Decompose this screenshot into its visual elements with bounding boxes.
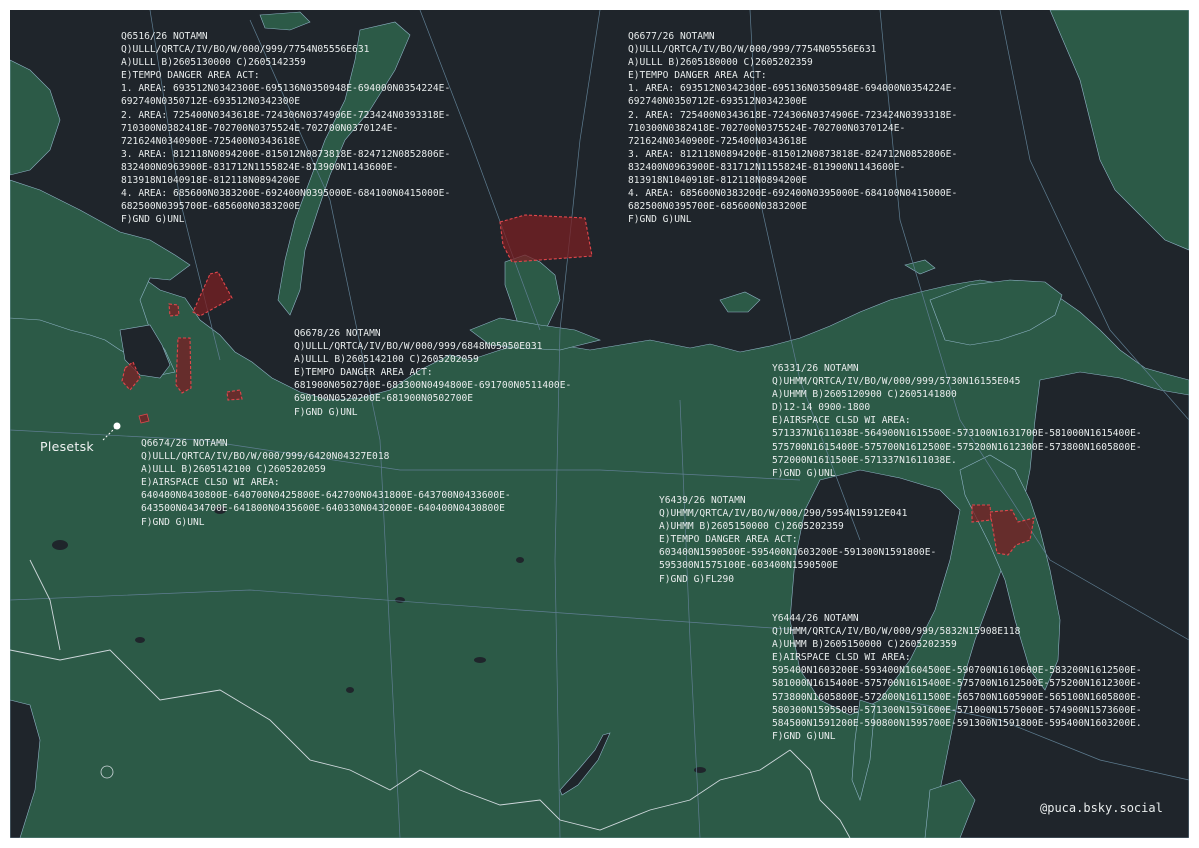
danger-area-q6678 bbox=[175, 337, 192, 394]
notam-line: E)TEMPO DANGER AREA ACT: bbox=[121, 70, 260, 82]
notam-line: E)TEMPO DANGER AREA ACT: bbox=[628, 70, 767, 82]
notam-q6678: Q6678/26 NOTAMN Q)ULLL/QRTCA/IV/BO/W/000/… bbox=[294, 327, 571, 419]
notam-line: 580300N1595500E-571300N1591600E-571000N1… bbox=[772, 704, 1142, 716]
notam-line: 640400N0430800E-640700N0425800E-642700N0… bbox=[141, 490, 511, 502]
notam-line: D)12-14 0900-1800 bbox=[772, 402, 871, 414]
notam-line: 813918N1040918E-812118N0894200E bbox=[121, 175, 301, 187]
notam-line: F)GND G)UNL bbox=[121, 214, 185, 226]
notam-line: E)TEMPO DANGER AREA ACT: bbox=[294, 367, 433, 379]
notam-line: 573800N1605800E-572000N1611500E-565700N1… bbox=[772, 691, 1142, 703]
notam-line: 595400N1603200E-593400N1604500E-590700N1… bbox=[772, 665, 1142, 677]
notam-line: 584500N1591200E-590800N1595700E-591300N1… bbox=[772, 717, 1142, 729]
notam-line: A)UHMM B)2605150000 C)2605202359 bbox=[659, 521, 844, 533]
notam-line: A)ULLL B)2605180000 C)2605202359 bbox=[628, 57, 813, 69]
notam-line: E)TEMPO DANGER AREA ACT: bbox=[659, 534, 798, 546]
notam-line: 710300N0382418E-702700N0375524E-702700N0… bbox=[121, 122, 399, 134]
notam-line: Q)ULLL/QRTCA/IV/BO/W/000/999/7754N05556E… bbox=[628, 44, 877, 56]
notam-line: Q)UHMM/QRTCA/IV/BO/W/000/999/5730N16155E… bbox=[772, 376, 1021, 388]
notam-line: 3. AREA: 812118N0894200E-815012N0873818E… bbox=[121, 148, 451, 160]
notam-line: E)AIRSPACE CLSD WI AREA: bbox=[141, 477, 280, 489]
notam-line: A)UHMM B)2605120900 C)2605141800 bbox=[772, 389, 957, 401]
notam-line: 571337N1611038E-564900N1615500E-573100N1… bbox=[772, 428, 1142, 440]
notam-line: 832400N0963900E-831712N1155824E-813900N1… bbox=[628, 161, 906, 173]
notam-line: Q)UHMM/QRTCA/IV/BO/W/000/999/5832N15908E… bbox=[772, 626, 1021, 638]
notam-line: 690100N0520200E-681900N0502700E bbox=[294, 393, 474, 405]
notam-line: 682500N0395700E-685600N0383200E bbox=[628, 201, 808, 213]
notam-line: F)GND G)UNL bbox=[772, 467, 836, 479]
notam-line: 595300N1575100E-603400N1590500E bbox=[659, 560, 839, 572]
notam-line: F)GND G)UNL bbox=[772, 730, 836, 742]
notam-line: A)ULLL B)2605130000 C)2605142359 bbox=[121, 57, 306, 69]
danger-area-y6331 bbox=[971, 504, 992, 523]
notam-line: 4. AREA: 685600N0383200E-692400N0395000E… bbox=[121, 188, 451, 200]
danger-area-q6516-small bbox=[226, 389, 243, 401]
notam-line: 2. AREA: 725400N0343618E-724306N0374906E… bbox=[121, 109, 451, 121]
notam-line: A)UHMM B)2605150000 C)2605202359 bbox=[772, 639, 957, 651]
notam-line: Q)ULLL/QRTCA/IV/BO/W/000/999/6420N04327E… bbox=[141, 451, 390, 463]
notam-y6439: Y6439/26 NOTAMN Q)UHMM/QRTCA/IV/BO/W/000/… bbox=[659, 494, 936, 586]
notam-y6331: Y6331/26 NOTAMN Q)UHMM/QRTCA/IV/BO/W/000/… bbox=[772, 362, 1142, 480]
plesetsk-label: Plesetsk bbox=[40, 439, 94, 454]
notam-line: Q6674/26 NOTAMN bbox=[141, 438, 228, 449]
notam-q6674: Q6674/26 NOTAMN Q)ULLL/QRTCA/IV/BO/W/000/… bbox=[141, 437, 511, 529]
notam-line: Q6677/26 NOTAMN bbox=[628, 31, 715, 42]
notam-line: Q)ULLL/QRTCA/IV/BO/W/000/999/6848N05050E… bbox=[294, 341, 543, 353]
notam-line: F)GND G)UNL bbox=[294, 406, 358, 418]
notam-line: 575700N1615400E-575700N1612500E-575200N1… bbox=[772, 441, 1142, 453]
notam-line: Q)ULLL/QRTCA/IV/BO/W/000/999/7754N05556E… bbox=[121, 44, 370, 56]
notam-line: 4. AREA: 685600N0383200E-692400N0395000E… bbox=[628, 188, 958, 200]
notam-line: Q6678/26 NOTAMN bbox=[294, 328, 381, 339]
notam-line: A)ULLL B)2605142100 C)2605202059 bbox=[294, 354, 479, 366]
notam-line: 681900N0502700E-683300N0494800E-691700N0… bbox=[294, 380, 572, 392]
credit-handle: @puca.bsky.social bbox=[1040, 801, 1163, 815]
notam-line: Y6444/26 NOTAMN bbox=[772, 613, 859, 624]
notam-line: 721624N0340900E-725400N0343618E bbox=[628, 135, 808, 147]
notam-line: 572000N1611500E-571337N1611038E. bbox=[772, 454, 957, 466]
notam-line: 682500N0395700E-685600N0383200E bbox=[121, 201, 301, 213]
notam-line: 581000N1615400E-575700N1615400E-575700N1… bbox=[772, 678, 1142, 690]
notam-line: F)GND G)FL290 bbox=[659, 573, 735, 585]
notam-line: 603400N1590500E-595400N1603200E-591300N1… bbox=[659, 547, 937, 559]
notam-line: Q6516/26 NOTAMN bbox=[121, 31, 208, 42]
map-canvas: Plesetsk Q6516/26 NOTAMN Q)ULLL/QRTCA/IV/… bbox=[0, 0, 1199, 848]
notam-line: F)GND G)UNL bbox=[141, 516, 205, 528]
notam-line: 692740N0350712E-693512N0342300E bbox=[121, 96, 301, 108]
notam-y6444: Y6444/26 NOTAMN Q)UHMM/QRTCA/IV/BO/W/000/… bbox=[772, 612, 1142, 743]
notam-line: 1. AREA: 693512N0342300E-695136N0350948E… bbox=[121, 83, 451, 95]
notam-line: F)GND G)UNL bbox=[628, 214, 692, 226]
location-dot-icon bbox=[113, 422, 121, 430]
notam-line: Y6331/26 NOTAMN bbox=[772, 363, 859, 374]
notam-line: 710300N0382418E-702700N0375524E-702700N0… bbox=[628, 122, 906, 134]
notam-line: 2. AREA: 725400N0343618E-724306N0374906E… bbox=[628, 109, 958, 121]
danger-area-q6516-area1 bbox=[168, 303, 180, 317]
notam-line: 721624N0340900E-725400N0343618E bbox=[121, 135, 301, 147]
notam-line: 3. AREA: 812118N0894200E-815012N0873818E… bbox=[628, 148, 958, 160]
notam-line: E)AIRSPACE CLSD WI AREA: bbox=[772, 652, 911, 664]
notam-line: A)ULLL B)2605142100 C)2605202059 bbox=[141, 464, 326, 476]
notam-line: 832400N0963900E-831712N1155824E-813900N1… bbox=[121, 161, 399, 173]
notam-line: Q)UHMM/QRTCA/IV/BO/W/000/290/5954N15912E… bbox=[659, 508, 908, 520]
danger-area-q6516-area3 bbox=[499, 214, 593, 263]
notam-line: 692740N0350712E-693512N0342300E bbox=[628, 96, 808, 108]
notam-q6516: Q6516/26 NOTAMN Q)ULLL/QRTCA/IV/BO/W/000/… bbox=[121, 30, 450, 226]
notam-line: E)AIRSPACE CLSD WI AREA: bbox=[772, 415, 911, 427]
notam-line: 643500N0434700E-641800N0435600E-640330N0… bbox=[141, 503, 505, 515]
notam-line: 813918N1040918E-812118N0894200E bbox=[628, 175, 808, 187]
notam-line: 1. AREA: 693512N0342300E-695136N0350948E… bbox=[628, 83, 958, 95]
notam-line: Y6439/26 NOTAMN bbox=[659, 495, 746, 506]
danger-area-q6674 bbox=[138, 413, 150, 424]
notam-q6677: Q6677/26 NOTAMN Q)ULLL/QRTCA/IV/BO/W/000/… bbox=[628, 30, 957, 226]
